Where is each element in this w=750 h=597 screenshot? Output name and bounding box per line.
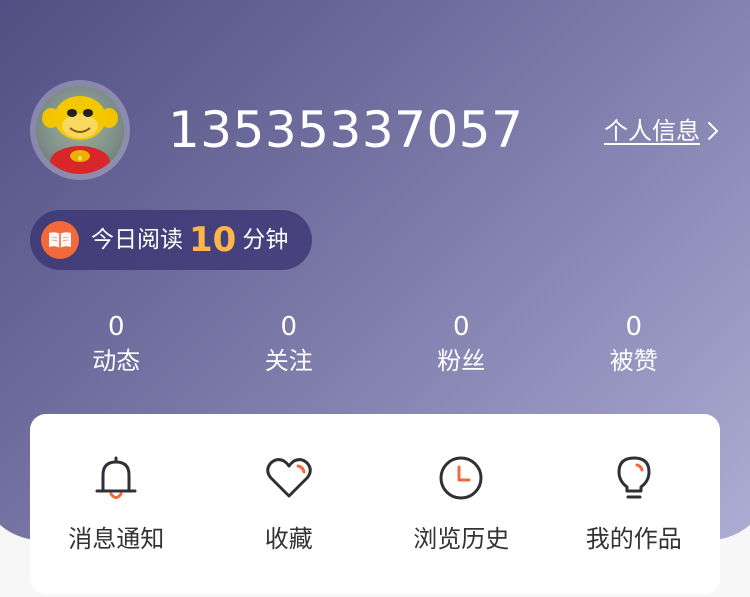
user-phone: 13535337057 (168, 101, 524, 159)
book-icon (41, 221, 79, 259)
clock-icon (435, 452, 487, 504)
avatar-image (36, 86, 124, 174)
stat-label: 关注 (264, 347, 313, 375)
heart-icon (263, 452, 315, 504)
stat-following[interactable]: 0 关注 (203, 310, 376, 378)
personal-info-link[interactable]: 个人信息 (604, 115, 720, 147)
reading-minutes: 10 (189, 220, 237, 260)
stat-label: 动态 (92, 347, 141, 375)
stat-label: 被赞 (609, 347, 658, 375)
profile-page: 13535337057 个人信息 今日阅读 10 分钟 0 动态 0 关注 0 (0, 0, 750, 597)
stat-value: 0 (107, 312, 125, 342)
lightbulb-icon (608, 452, 660, 504)
stat-posts[interactable]: 0 动态 (30, 310, 203, 378)
menu-label: 收藏 (264, 525, 313, 553)
bell-icon (90, 452, 142, 504)
menu-item-notifications[interactable]: 消息通知 (30, 414, 203, 594)
stat-value: 0 (280, 312, 298, 342)
menu-card: 消息通知 收藏 浏览历史 我的作品 (30, 414, 720, 594)
today-reading-badge: 今日阅读 10 分钟 (30, 210, 312, 270)
stats-row: 0 动态 0 关注 0 粉丝 0 被赞 (30, 310, 720, 378)
menu-label: 消息通知 (68, 525, 165, 553)
menu-item-history[interactable]: 浏览历史 (375, 414, 548, 594)
avatar[interactable] (30, 80, 130, 180)
stat-likes[interactable]: 0 被赞 (548, 310, 721, 378)
monkey-plush-avatar (42, 96, 118, 174)
reading-suffix: 分钟 (242, 227, 289, 253)
menu-item-favorites[interactable]: 收藏 (203, 414, 376, 594)
stat-followers[interactable]: 0 粉丝 (375, 310, 548, 378)
personal-info-label: 个人信息 (604, 117, 700, 145)
stat-value: 0 (625, 312, 643, 342)
menu-item-my-works[interactable]: 我的作品 (548, 414, 721, 594)
chevron-right-icon (708, 122, 718, 140)
menu-label: 浏览历史 (413, 525, 510, 553)
stat-label: 粉丝 (437, 347, 486, 375)
stat-value: 0 (452, 312, 470, 342)
menu-label: 我的作品 (585, 525, 682, 553)
reading-prefix: 今日阅读 (91, 227, 183, 253)
